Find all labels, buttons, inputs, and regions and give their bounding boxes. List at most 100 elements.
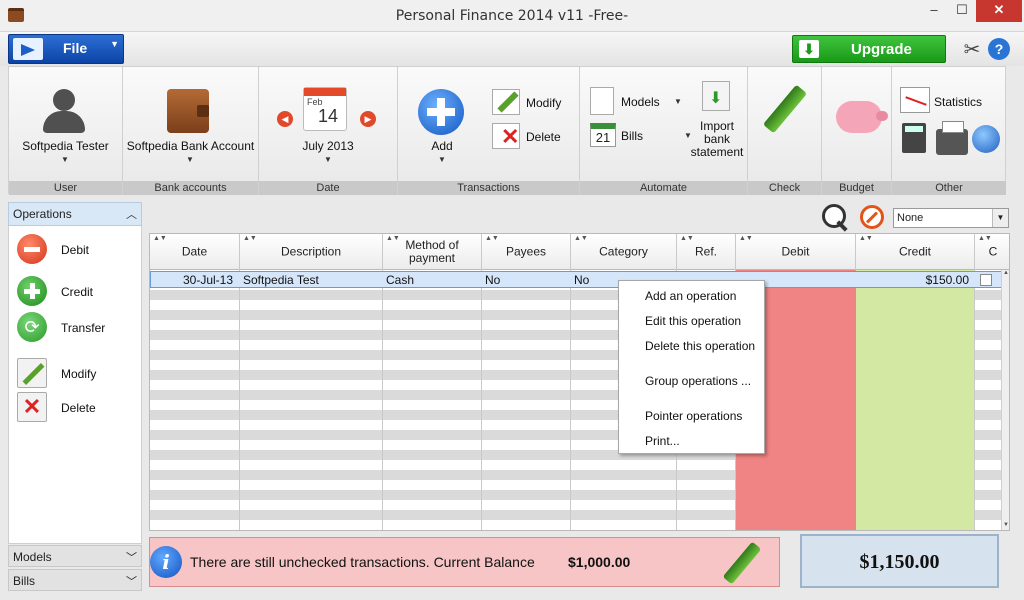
user-name: Softpedia Tester	[22, 139, 109, 153]
import-label-line1[interactable]: Import	[688, 119, 746, 133]
bills-calendar-icon[interactable]: 21	[590, 123, 616, 147]
import-statement-icon[interactable]	[702, 81, 730, 111]
globe-icon[interactable]	[972, 125, 1000, 153]
import-label-line3[interactable]: statement	[688, 145, 746, 159]
operation-modify[interactable]: Modify	[17, 358, 141, 390]
chevron-down-icon: ▼	[110, 39, 119, 49]
ribbon-group-budget[interactable]: Budget	[822, 67, 892, 195]
ribbon-group-transactions: Add ▼ Modify ✕ Delete Transactions	[398, 67, 580, 195]
context-menu: Add an operation Edit this operation Del…	[618, 280, 765, 454]
printer-icon[interactable]	[936, 121, 968, 155]
delete-transaction-label[interactable]: Delete	[526, 130, 561, 144]
table-row[interactable]: 30-Jul-13 Softpedia Test Cash No No $150…	[150, 271, 1002, 288]
vertical-scrollbar[interactable]: ▲ ▼	[1001, 270, 1009, 530]
column-header-checked[interactable]: ▲▼ C	[975, 234, 1009, 270]
scroll-down-icon[interactable]: ▼	[1002, 522, 1009, 530]
column-header-credit[interactable]: ▲▼ Credit	[856, 234, 975, 270]
column-header-payees-label: Payees	[505, 244, 547, 259]
operation-delete[interactable]: ✕ Delete	[17, 392, 141, 424]
minimize-button[interactable]: –	[920, 0, 948, 22]
piggy-bank-icon	[836, 101, 888, 133]
scroll-up-icon[interactable]: ▲	[1002, 270, 1009, 280]
chevron-down-icon: ﹀	[126, 552, 137, 564]
operation-debit[interactable]: Debit	[17, 234, 141, 266]
maximize-button[interactable]: ☐	[948, 0, 976, 22]
group-label-transactions: Transactions	[398, 181, 579, 195]
filter-select[interactable]: None ▼	[893, 208, 1009, 228]
statistics-chart-icon[interactable]	[900, 87, 930, 113]
statistics-label[interactable]: Statistics	[934, 95, 982, 109]
operation-debit-label: Debit	[61, 243, 90, 257]
column-header-payees[interactable]: ▲▼ Payees	[482, 234, 571, 270]
x-icon: ✕	[501, 124, 520, 149]
chevron-down-icon: ▼	[61, 155, 69, 164]
models-label[interactable]: Models	[621, 95, 660, 109]
column-header-category[interactable]: ▲▼ Category	[571, 234, 677, 270]
menu-item-add-operation[interactable]: Add an operation	[645, 289, 736, 303]
menu-item-edit-operation[interactable]: Edit this operation	[645, 314, 741, 328]
add-transaction-icon[interactable]	[418, 89, 464, 135]
sort-icon: ▲▼	[859, 235, 873, 242]
add-transaction-label[interactable]: Add	[422, 139, 462, 153]
search-icon[interactable]	[820, 202, 850, 232]
models-panel-title: Models	[13, 550, 52, 564]
operations-title: Operations	[13, 207, 72, 221]
ribbon-group-bank-accounts[interactable]: Softpedia Bank Account ▼ Bank accounts	[123, 67, 259, 195]
cell-credit: $150.00	[925, 273, 969, 287]
help-icon[interactable]: ?	[988, 38, 1010, 60]
previous-month-arrow-icon[interactable]: ◀	[277, 111, 293, 127]
pencil-icon	[497, 91, 519, 113]
bills-label[interactable]: Bills	[621, 129, 643, 143]
menu-item-group-operations[interactable]: Group operations ...	[645, 374, 751, 388]
tools-icon[interactable]: ✂	[960, 38, 984, 62]
group-label-date: Date	[259, 181, 397, 195]
chevron-down-icon: ▼	[674, 97, 682, 106]
upgrade-label: Upgrade	[851, 41, 912, 58]
operation-credit[interactable]: Credit	[17, 276, 141, 308]
modify-transaction-icon[interactable]	[492, 89, 520, 115]
plus-circle-icon	[17, 276, 47, 306]
column-header-ref[interactable]: ▲▼ Ref.	[677, 234, 736, 270]
upgrade-button[interactable]: ⬇ Upgrade	[792, 35, 946, 63]
marker-icon	[762, 84, 808, 134]
chevron-down-icon: ▼	[992, 209, 1008, 227]
models-panel-header[interactable]: Models ﹀	[8, 545, 142, 567]
menu-item-delete-operation[interactable]: Delete this operation	[645, 339, 755, 353]
calendar-icon[interactable]: Feb 14	[303, 87, 347, 131]
next-month-arrow-icon[interactable]: ▶	[360, 111, 376, 127]
file-menu-button[interactable]: File ▼	[8, 34, 124, 64]
ribbon-group-check[interactable]: Check	[748, 67, 822, 195]
menu-item-pointer-operations[interactable]: Pointer operations	[645, 409, 742, 423]
user-body-shape	[43, 111, 85, 133]
row-checked-checkbox[interactable]	[980, 274, 992, 286]
minus-circle-icon	[17, 234, 47, 264]
operation-delete-label: Delete	[61, 401, 96, 415]
calculator-icon[interactable]	[902, 123, 926, 153]
operation-transfer[interactable]: ⟳ Transfer	[17, 312, 141, 344]
column-header-description[interactable]: ▲▼ Description	[240, 234, 383, 270]
table-header: ▲▼ Date ▲▼ Description ▲▼ Method of payment…	[150, 234, 1009, 270]
clear-filter-icon[interactable]	[860, 205, 884, 229]
column-header-date[interactable]: ▲▼ Date	[150, 234, 240, 270]
status-message: There are still unchecked transactions. …	[190, 554, 535, 570]
column-header-debit[interactable]: ▲▼ Debit	[736, 234, 856, 270]
close-button[interactable]: ✕	[976, 0, 1022, 22]
file-arrow-icon	[13, 38, 43, 60]
status-bar: i There are still unchecked transactions…	[149, 537, 780, 587]
menu-item-print[interactable]: Print...	[645, 434, 680, 448]
modify-transaction-label[interactable]: Modify	[526, 96, 561, 110]
sort-icon: ▲▼	[485, 235, 499, 242]
ribbon-group-user[interactable]: Softpedia Tester ▼ User	[9, 67, 123, 195]
column-header-method[interactable]: ▲▼ Method of payment	[383, 234, 482, 270]
bills-panel-header[interactable]: Bills ﹀	[8, 569, 142, 591]
operations-panel-header[interactable]: Operations ︿	[8, 202, 142, 226]
column-header-debit-label: Debit	[781, 244, 810, 259]
chevron-down-icon: ﹀	[126, 576, 137, 588]
marker-icon[interactable]	[722, 541, 762, 585]
column-divider	[974, 270, 975, 530]
bills-panel-title: Bills	[13, 574, 36, 588]
download-icon: ⬇	[799, 40, 819, 58]
models-icon[interactable]	[590, 87, 614, 115]
delete-transaction-icon[interactable]: ✕	[492, 123, 520, 149]
import-label-line2[interactable]: bank	[688, 132, 746, 146]
